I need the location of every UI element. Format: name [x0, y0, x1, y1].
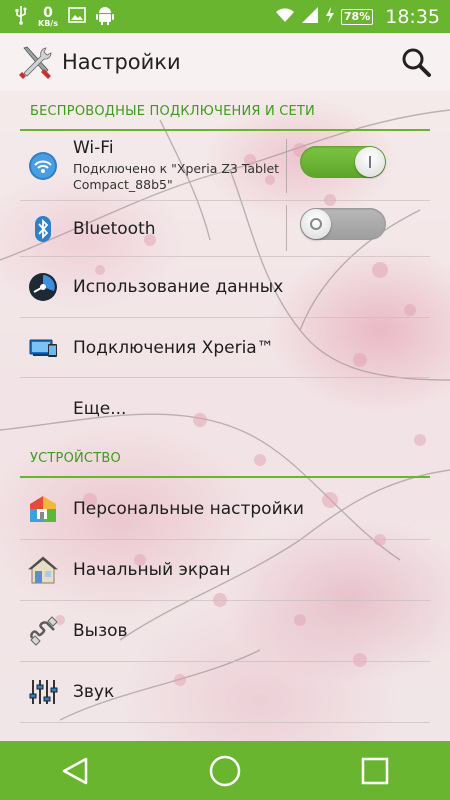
data-usage-title: Использование данных	[73, 277, 284, 297]
charging-icon	[325, 6, 335, 27]
network-speed: 0 KB/s	[38, 6, 58, 28]
settings-item-personalization[interactable]: Персональные настройки	[20, 478, 430, 540]
network-speed-unit: KB/s	[38, 18, 58, 28]
xperia-connections-title: Подключения Xperia™	[73, 337, 274, 358]
wifi-divider	[286, 139, 287, 193]
personalization-icon	[28, 494, 58, 524]
wifi-signal-icon	[275, 7, 295, 27]
settings-tools-icon[interactable]	[18, 44, 54, 80]
section-header-device: УСТРОЙСТВО	[20, 448, 430, 478]
recents-icon	[361, 757, 389, 784]
wifi-toggle-knob	[355, 147, 385, 177]
network-speed-value: 0	[43, 4, 53, 21]
section-header-wireless: БЕСПРОВОДНЫЕ ПОДКЛЮЧЕНИЯ И СЕТИ	[20, 101, 430, 131]
personalization-title: Персональные настройки	[73, 498, 304, 519]
home-circle-icon	[209, 755, 241, 786]
settings-item-xperia-connections[interactable]: Подключения Xperia™	[20, 318, 430, 378]
wifi-toggle[interactable]	[300, 146, 386, 178]
page-title: Настройки	[62, 50, 181, 74]
settings-item-data-usage[interactable]: Использование данных	[20, 257, 430, 318]
recents-button[interactable]	[345, 741, 405, 800]
settings-item-sound[interactable]: Звук	[20, 662, 430, 723]
back-button[interactable]	[45, 741, 105, 800]
clock: 18:35	[385, 5, 440, 28]
battery-indicator: 78%	[340, 8, 374, 25]
image-icon	[68, 6, 86, 27]
settings-list[interactable]: БЕСПРОВОДНЫЕ ПОДКЛЮЧЕНИЯ И СЕТИ Wi-Fi По…	[0, 91, 450, 741]
action-bar: Настройки	[0, 33, 450, 91]
bluetooth-toggle-knob	[301, 209, 331, 239]
usb-icon	[14, 5, 28, 29]
more-placeholder	[28, 394, 58, 424]
navigation-bar	[0, 741, 450, 800]
status-bar: 0 KB/s 78% 18:35	[0, 0, 450, 33]
call-title: Вызов	[73, 621, 128, 641]
settings-item-more[interactable]: Еще...	[20, 378, 430, 440]
wifi-status: Подключено к "Xperia Z3 Tablet Compact_8…	[73, 160, 280, 192]
search-icon[interactable]	[400, 46, 432, 78]
wifi-icon	[28, 151, 58, 181]
back-icon	[62, 757, 88, 784]
bluetooth-toggle[interactable]	[300, 208, 386, 240]
xperia-connections-icon	[28, 333, 58, 363]
bluetooth-icon	[28, 214, 58, 244]
settings-item-home-screen[interactable]: Начальный экран	[20, 540, 430, 601]
home-icon	[27, 555, 59, 585]
sound-title: Звук	[73, 682, 115, 702]
phone-icon	[28, 616, 58, 646]
home-screen-title: Начальный экран	[73, 560, 231, 580]
home-button[interactable]	[195, 741, 255, 800]
data-usage-icon	[28, 272, 58, 302]
more-title: Еще...	[73, 399, 127, 419]
cell-signal-icon	[301, 6, 319, 28]
android-icon	[95, 5, 114, 29]
equalizer-icon	[28, 677, 58, 707]
bluetooth-divider	[286, 205, 287, 251]
settings-item-call[interactable]: Вызов	[20, 601, 430, 662]
